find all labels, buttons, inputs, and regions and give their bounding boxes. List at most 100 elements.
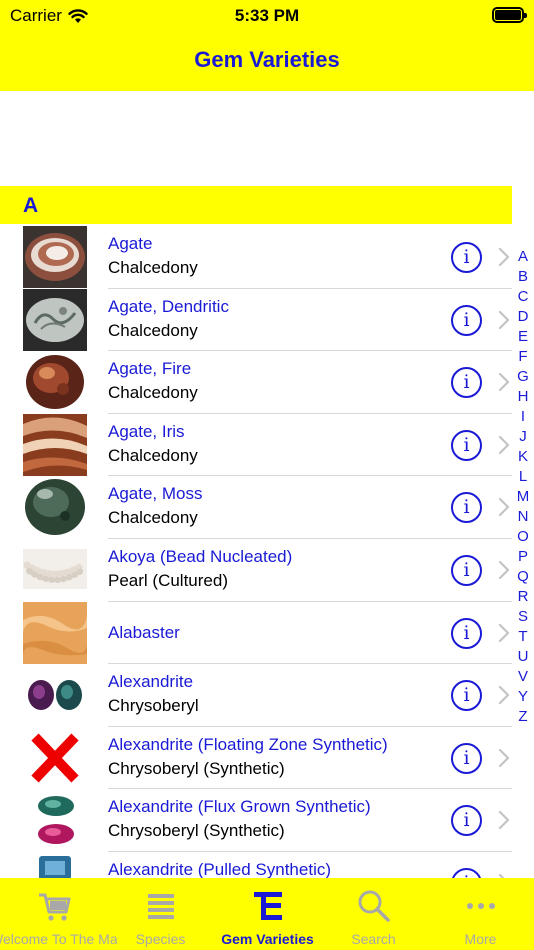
index-letter[interactable]: T bbox=[512, 627, 534, 647]
item-subtitle: Chrysoberyl (Synthetic) bbox=[108, 758, 285, 778]
index-letter[interactable]: F bbox=[512, 347, 534, 367]
alabaster-thumbnail bbox=[23, 601, 87, 664]
index-letter[interactable]: V bbox=[512, 667, 534, 687]
chevron-right-icon bbox=[498, 435, 510, 454]
list-item[interactable]: Agate, Moss Chalcedony i bbox=[0, 476, 512, 539]
chevron-right-icon bbox=[498, 373, 510, 392]
item-subtitle: Pearl (Cultured) bbox=[108, 570, 228, 590]
index-letter[interactable]: C bbox=[512, 287, 534, 307]
item-subtitle: Chrysoberyl bbox=[108, 696, 199, 716]
index-letter[interactable]: Q bbox=[512, 567, 534, 587]
item-subtitle: Chrysoberyl (Synthetic) bbox=[108, 821, 285, 841]
index-letter[interactable]: D bbox=[512, 307, 534, 327]
index-letter[interactable]: R bbox=[512, 587, 534, 607]
item-subtitle: Chalcedony bbox=[108, 320, 198, 340]
list-item[interactable]: Agate, Fire Chalcedony i bbox=[0, 351, 512, 414]
tab-species[interactable]: Species bbox=[107, 878, 214, 950]
item-title: Agate, Dendritic bbox=[108, 296, 229, 316]
info-icon[interactable]: i bbox=[451, 867, 482, 878]
gem-variety-list[interactable]: Agate Chalcedony i Agate, Dendritic Chal… bbox=[0, 226, 512, 878]
list-item[interactable]: Alexandrite Chrysoberyl i bbox=[0, 664, 512, 727]
agate-fire-thumbnail bbox=[23, 351, 87, 414]
index-letter[interactable]: I bbox=[512, 407, 534, 427]
tab-search[interactable]: Search bbox=[320, 878, 427, 950]
section-index[interactable]: ABCDEFGHIJKLMNOPQRSTUVYZ bbox=[512, 247, 534, 727]
index-letter[interactable]: G bbox=[512, 367, 534, 387]
alexandrite-pulled-thumbnail bbox=[23, 851, 87, 878]
index-letter[interactable]: J bbox=[512, 427, 534, 447]
page-title: Gem Varieties bbox=[194, 47, 340, 72]
chevron-right-icon bbox=[498, 686, 510, 705]
list-item[interactable]: Alabaster i bbox=[0, 601, 512, 665]
chevron-right-icon bbox=[498, 811, 510, 830]
info-icon[interactable]: i bbox=[451, 492, 482, 524]
info-icon[interactable]: i bbox=[451, 554, 482, 586]
list-item[interactable]: Agate, Iris Chalcedony i bbox=[0, 413, 512, 477]
more-icon bbox=[466, 903, 495, 909]
index-letter[interactable]: K bbox=[512, 447, 534, 467]
index-letter[interactable]: P bbox=[512, 547, 534, 567]
info-icon[interactable]: i bbox=[451, 742, 482, 774]
gem-varieties-icon bbox=[253, 892, 282, 920]
item-title: Akoya (Bead Nucleated) bbox=[108, 546, 293, 566]
chevron-right-icon bbox=[498, 310, 510, 329]
info-icon[interactable]: i bbox=[451, 805, 482, 837]
agate-iris-thumbnail bbox=[23, 413, 87, 476]
chevron-right-icon bbox=[498, 873, 505, 878]
status-bar: Carrier 5:33 PM bbox=[0, 0, 534, 32]
info-icon[interactable]: i bbox=[451, 429, 482, 461]
chevron-right-icon bbox=[498, 560, 510, 580]
index-letter[interactable]: E bbox=[512, 327, 534, 347]
tab-label: More bbox=[464, 931, 497, 947]
item-subtitle: Chalcedony bbox=[108, 383, 198, 403]
index-letter[interactable]: U bbox=[512, 647, 534, 667]
tab-gem-varieties[interactable]: Gem Varieties bbox=[214, 878, 321, 950]
info-icon[interactable]: i bbox=[451, 617, 482, 649]
index-letter[interactable]: L bbox=[512, 467, 534, 487]
list-item[interactable]: Alexandrite (Floating Zone Synthetic) Ch… bbox=[0, 726, 512, 790]
item-title: Alexandrite bbox=[108, 672, 194, 692]
agate-moss-thumbnail bbox=[23, 476, 87, 539]
index-letter[interactable]: M bbox=[512, 487, 534, 507]
index-letter[interactable]: Z bbox=[512, 707, 534, 727]
item-subtitle: Chalcedony bbox=[108, 258, 198, 277]
agate-dendritic-thumbnail bbox=[23, 288, 87, 351]
info-icon[interactable]: i bbox=[451, 367, 482, 399]
index-letter[interactable]: A bbox=[512, 247, 534, 267]
item-title: Agate, Iris bbox=[108, 421, 185, 441]
item-title: Agate bbox=[108, 234, 153, 253]
agate-thumbnail bbox=[23, 226, 87, 288]
list-item[interactable]: Agate Chalcedony i bbox=[0, 226, 512, 289]
item-subtitle: Chalcedony bbox=[108, 508, 198, 528]
alexandrite-flux-thumbnail bbox=[23, 789, 87, 852]
info-icon[interactable]: i bbox=[451, 304, 482, 336]
battery-icon bbox=[492, 7, 527, 23]
chevron-right-icon bbox=[498, 498, 510, 517]
tab-more[interactable]: More bbox=[427, 878, 534, 950]
alexandrite-thumbnail bbox=[23, 664, 87, 727]
list-item[interactable]: Akoya (Bead Nucleated) Pearl (Cultured) … bbox=[0, 538, 512, 602]
tab-welcome[interactable]: Welcome To The Market bbox=[0, 878, 117, 950]
index-letter[interactable]: B bbox=[512, 267, 534, 287]
status-time: 5:33 PM bbox=[234, 6, 300, 25]
chevron-right-icon bbox=[498, 247, 510, 267]
item-title: Agate, Moss bbox=[108, 484, 203, 504]
index-letter[interactable]: Y bbox=[512, 687, 534, 707]
item-title: Alexandrite (Floating Zone Synthetic) bbox=[108, 734, 388, 754]
index-letter[interactable]: N bbox=[512, 507, 534, 527]
list-item[interactable]: Agate, Dendritic Chalcedony i bbox=[0, 288, 512, 352]
search-icon bbox=[358, 890, 390, 922]
index-letter[interactable]: O bbox=[512, 527, 534, 547]
info-icon[interactable]: i bbox=[451, 680, 482, 712]
list-item[interactable]: Alexandrite (Flux Grown Synthetic) Chrys… bbox=[0, 789, 512, 852]
cart-icon bbox=[38, 893, 70, 921]
index-letter[interactable]: S bbox=[512, 607, 534, 627]
chevron-right-icon bbox=[498, 748, 510, 767]
navigation-bar: Carrier 5:33 PM Gem Varieties bbox=[0, 0, 534, 91]
list-item[interactable]: Alexandrite (Pulled Synthetic) i bbox=[0, 851, 512, 878]
info-icon[interactable]: i bbox=[451, 242, 482, 273]
chevron-right-icon bbox=[498, 623, 510, 642]
item-subtitle: Chalcedony bbox=[108, 445, 198, 465]
no-image-x-icon bbox=[23, 726, 87, 789]
index-letter[interactable]: H bbox=[512, 387, 534, 407]
